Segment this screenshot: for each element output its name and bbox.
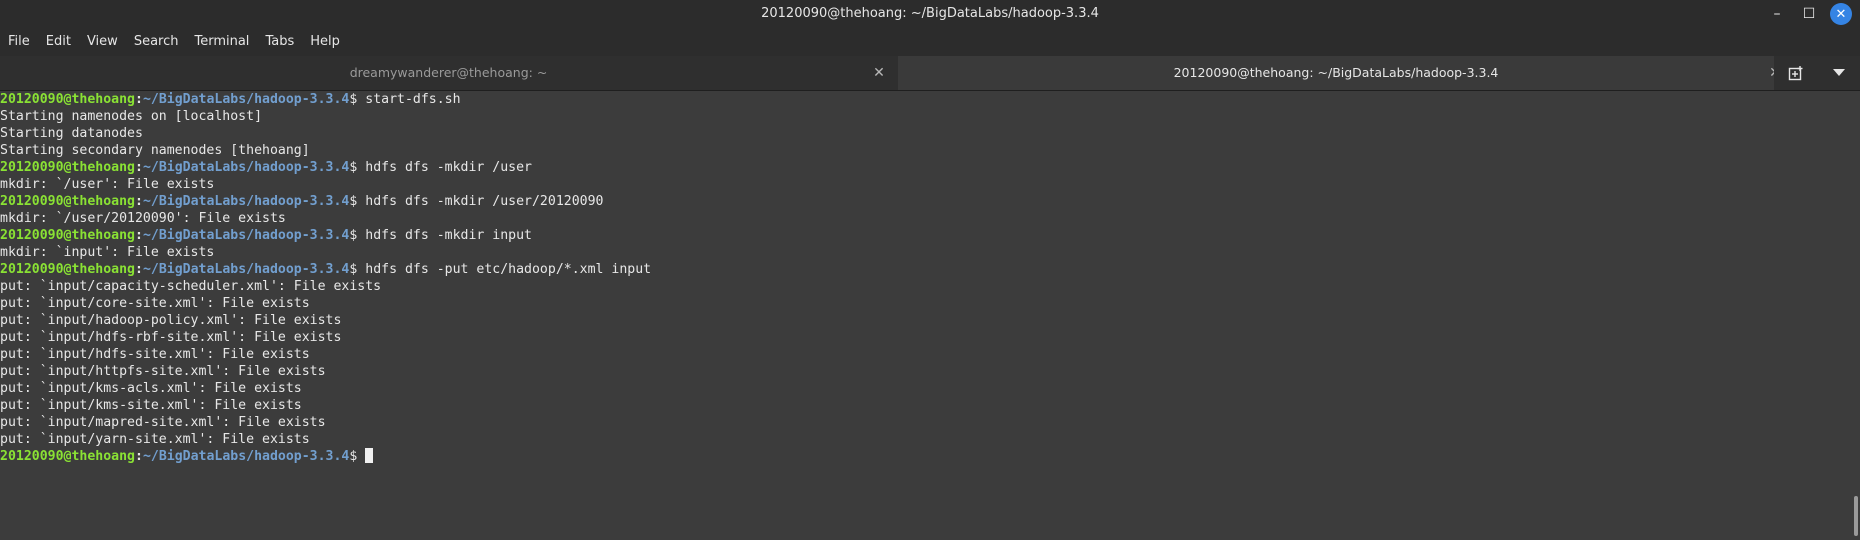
prompt-user: 20120090@thehoang (0, 449, 135, 464)
output-line: mkdir: `/user/20120090': File exists (0, 211, 286, 226)
output-line: Starting datanodes (0, 126, 143, 141)
prompt-dollar: $ (349, 194, 366, 209)
output-line: put: `input/yarn-site.xml': File exists (0, 432, 310, 447)
prompt-dollar: $ (349, 262, 366, 277)
output-line: put: `input/kms-acls.xml': File exists (0, 381, 302, 396)
menu-terminal[interactable]: Terminal (186, 28, 257, 56)
prompt-path: ~/BigDataLabs/hadoop-3.3.4 (142, 449, 350, 464)
prompt-dollar: $ (349, 160, 366, 175)
prompt-separator: : (134, 262, 143, 277)
output-line: put: `input/hdfs-rbf-site.xml': File exi… (0, 330, 342, 345)
output-line: mkdir: `/user': File exists (0, 177, 215, 192)
menu-view[interactable]: View (79, 28, 126, 56)
menu-edit[interactable]: Edit (38, 28, 79, 56)
command-text: hdfs dfs -mkdir /user/20120090 (365, 194, 604, 209)
chevron-down-icon (1832, 69, 1845, 76)
prompt-path: ~/BigDataLabs/hadoop-3.3.4 (142, 92, 350, 107)
output-line: put: `input/capacity-scheduler.xml': Fil… (0, 279, 382, 294)
maximize-button[interactable]: ☐ (1798, 3, 1820, 25)
command-text: hdfs dfs -mkdir /user (365, 160, 532, 175)
output-line: Starting secondary namenodes [thehoang] (0, 143, 310, 158)
menu-search[interactable]: Search (126, 28, 187, 56)
prompt-user: 20120090@thehoang (0, 160, 135, 175)
tab-close-icon[interactable]: ✕ (870, 56, 888, 90)
menu-tabs[interactable]: Tabs (257, 28, 302, 56)
command-text: hdfs dfs -mkdir input (365, 228, 532, 243)
prompt-dollar: $ (349, 228, 366, 243)
prompt-user: 20120090@thehoang (0, 228, 135, 243)
tab-label: dreamywanderer@thehoang: ~ (349, 65, 548, 80)
title-bar: 20120090@thehoang: ~/BigDataLabs/hadoop-… (0, 0, 1860, 28)
tab-hadoop[interactable]: 20120090@thehoang: ~/BigDataLabs/hadoop-… (898, 56, 1774, 90)
prompt-separator: : (134, 228, 143, 243)
new-tab-button[interactable] (1774, 56, 1817, 90)
new-tab-icon (1788, 66, 1802, 81)
tab-menu-button[interactable] (1817, 56, 1860, 90)
prompt-separator: : (134, 449, 143, 464)
tab-bar: dreamywanderer@thehoang: ~ ✕ 20120090@th… (0, 56, 1860, 91)
command-line: 20120090@thehoang:~/BigDataLabs/hadoop-3… (0, 227, 1852, 244)
tab-tools (1774, 56, 1860, 90)
command-text: hdfs dfs -put etc/hadoop/*.xml input (365, 262, 652, 277)
prompt-path: ~/BigDataLabs/hadoop-3.3.4 (142, 262, 350, 277)
close-button[interactable]: ✕ (1830, 3, 1852, 25)
prompt-path: ~/BigDataLabs/hadoop-3.3.4 (142, 194, 350, 209)
prompt-dollar: $ (349, 449, 366, 464)
command-line: 20120090@thehoang:~/BigDataLabs/hadoop-3… (0, 261, 1852, 278)
prompt-dollar: $ (349, 92, 366, 107)
prompt-user: 20120090@thehoang (0, 262, 135, 277)
output-line: put: `input/hdfs-site.xml': File exists (0, 347, 310, 362)
scrollbar[interactable] (1852, 91, 1860, 540)
command-line: 20120090@thehoang:~/BigDataLabs/hadoop-3… (0, 91, 1852, 108)
prompt-user: 20120090@thehoang (0, 194, 135, 209)
output-line: put: `input/kms-site.xml': File exists (0, 398, 302, 413)
command-line: 20120090@thehoang:~/BigDataLabs/hadoop-3… (0, 159, 1852, 176)
text-cursor (365, 448, 374, 463)
window-title: 20120090@thehoang: ~/BigDataLabs/hadoop-… (761, 6, 1099, 21)
prompt-path: ~/BigDataLabs/hadoop-3.3.4 (142, 228, 350, 243)
menu-help[interactable]: Help (302, 28, 348, 56)
menu-file[interactable]: File (0, 28, 38, 56)
command-line: 20120090@thehoang:~/BigDataLabs/hadoop-3… (0, 193, 1852, 210)
tab-dreamywanderer[interactable]: dreamywanderer@thehoang: ~ (0, 56, 897, 90)
prompt-separator: : (134, 194, 143, 209)
command-line: 20120090@thehoang:~/BigDataLabs/hadoop-3… (0, 448, 1852, 465)
output-line: mkdir: `input': File exists (0, 245, 215, 260)
tab-label: 20120090@thehoang: ~/BigDataLabs/hadoop-… (1173, 65, 1499, 80)
output-line: put: `input/mapred-site.xml': File exist… (0, 415, 326, 430)
menu-bar: File Edit View Search Terminal Tabs Help (0, 28, 1860, 56)
prompt-separator: : (134, 92, 143, 107)
prompt-user: 20120090@thehoang (0, 92, 135, 107)
prompt-path: ~/BigDataLabs/hadoop-3.3.4 (142, 160, 350, 175)
window-controls: – ☐ ✕ (1756, 3, 1852, 25)
command-text: start-dfs.sh (365, 92, 461, 107)
output-line: put: `input/hadoop-policy.xml': File exi… (0, 313, 342, 328)
scrollbar-thumb[interactable] (1854, 496, 1858, 536)
output-line: put: `input/core-site.xml': File exists (0, 296, 310, 311)
minimize-button[interactable]: – (1766, 3, 1788, 25)
prompt-separator: : (134, 160, 143, 175)
output-line: put: `input/httpfs-site.xml': File exist… (0, 364, 326, 379)
terminal-output[interactable]: 20120090@thehoang:~/BigDataLabs/hadoop-3… (0, 91, 1852, 540)
output-line: Starting namenodes on [localhost] (0, 109, 263, 124)
